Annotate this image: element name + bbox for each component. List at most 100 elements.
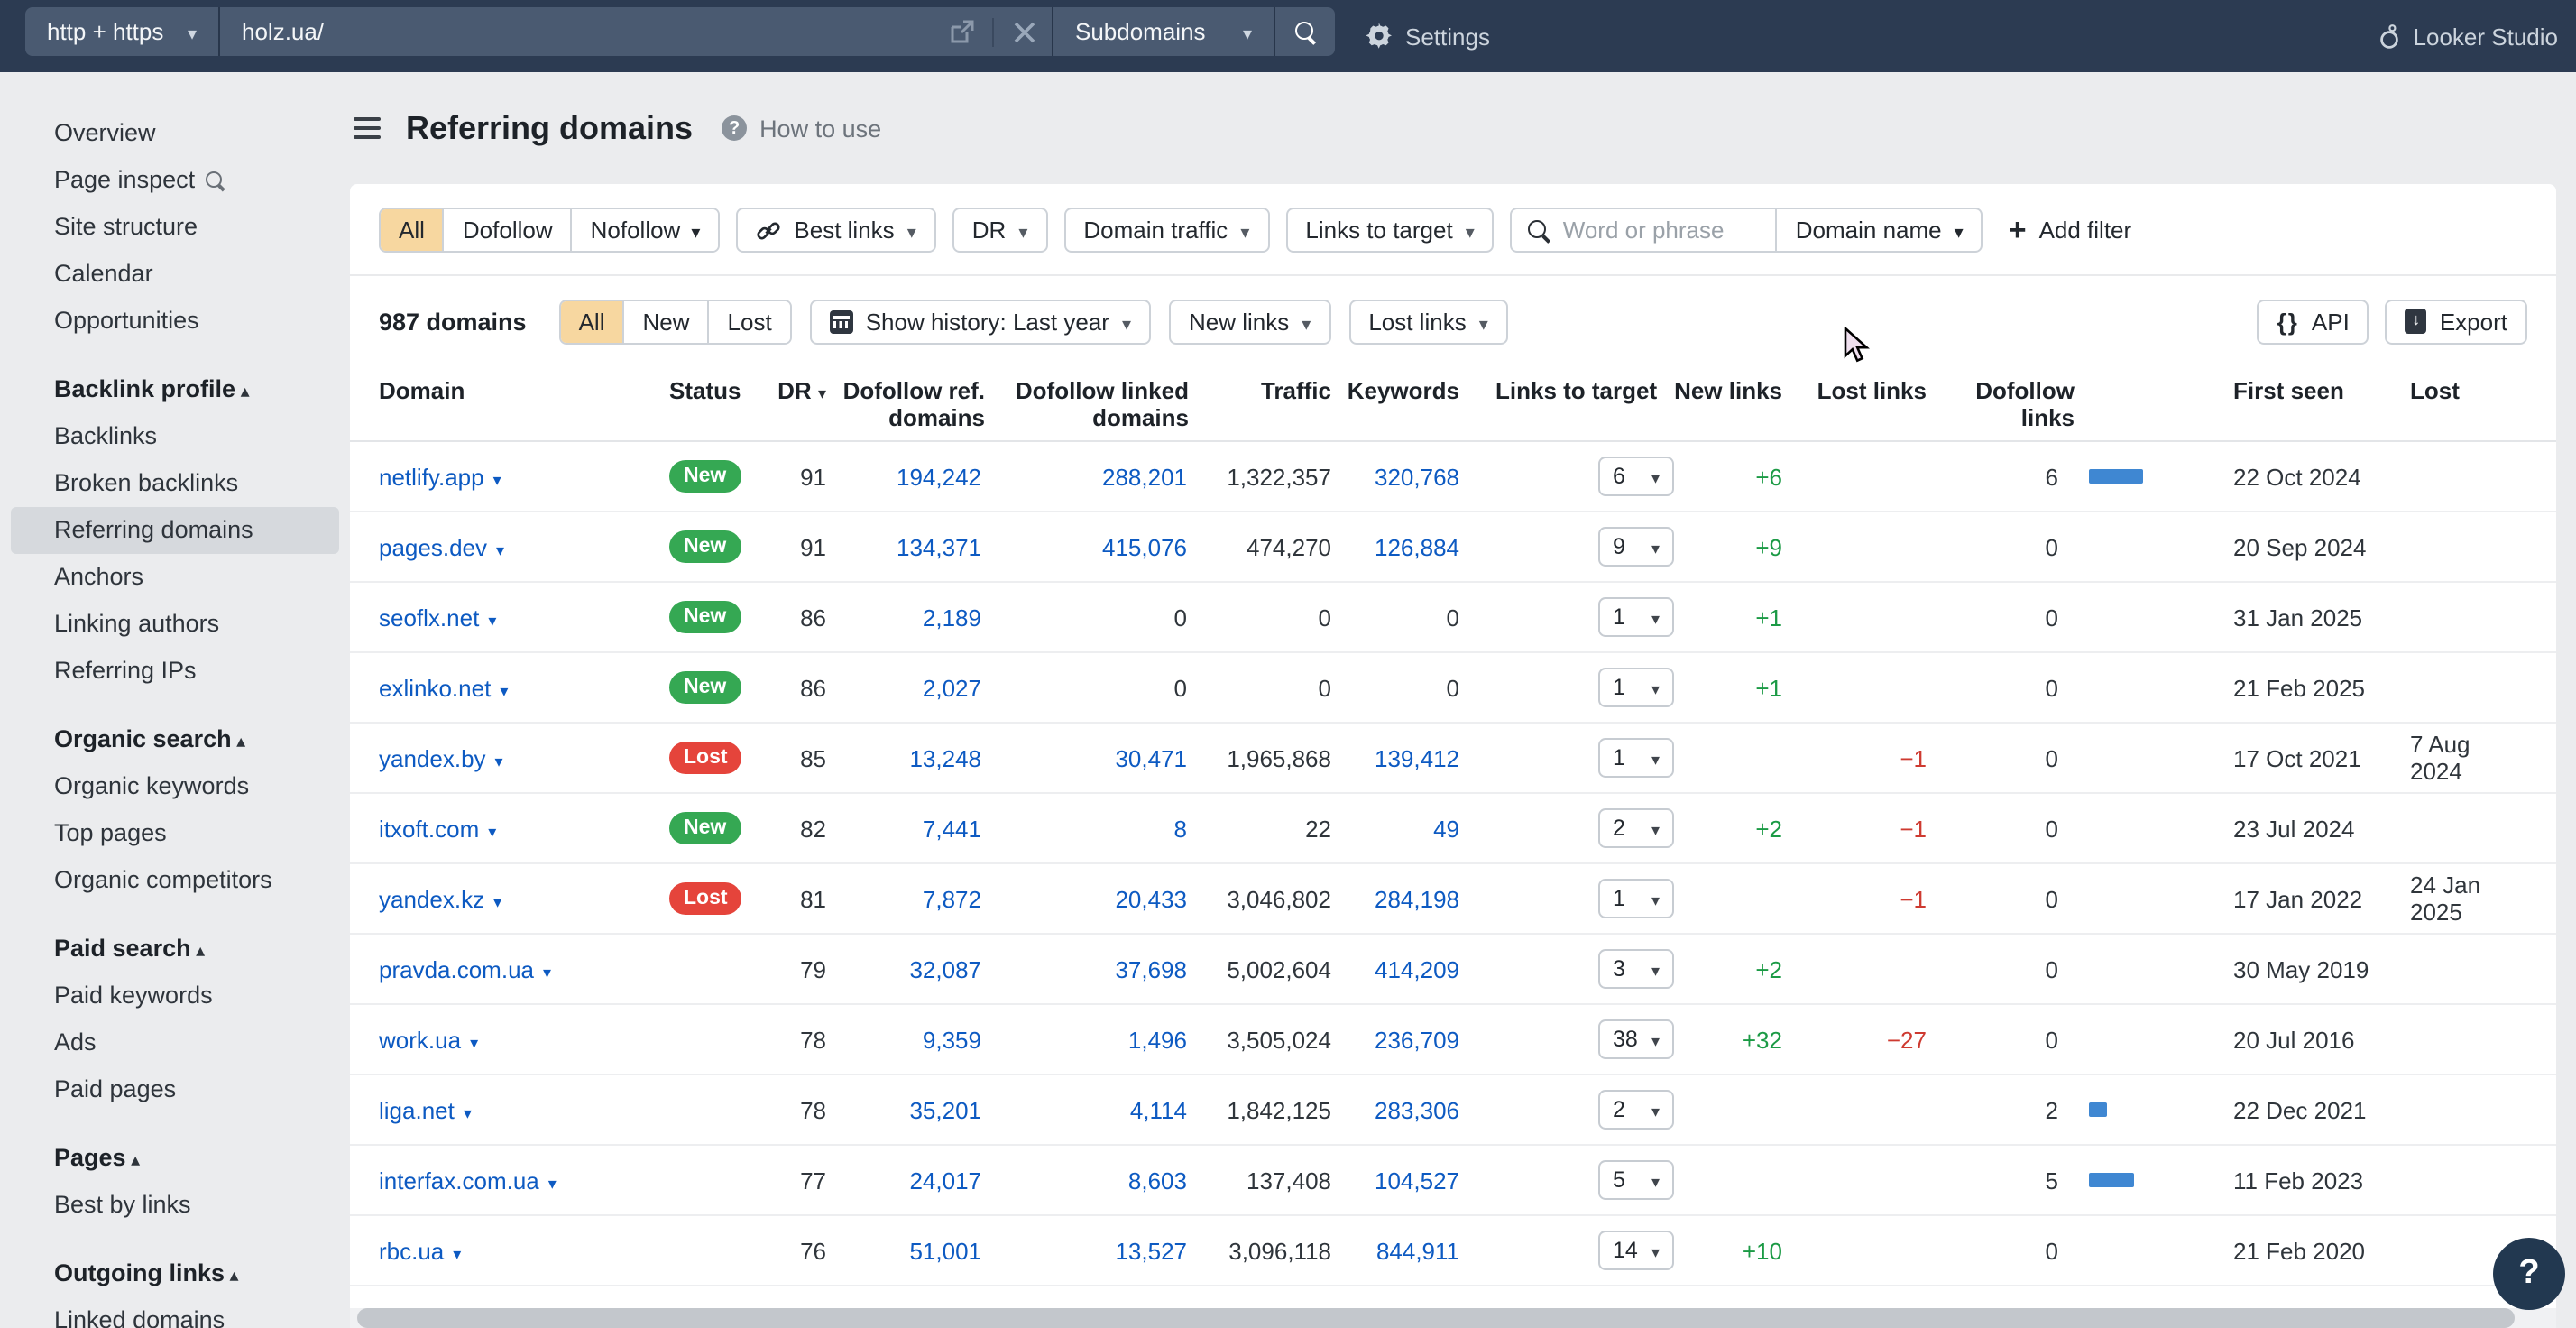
col-header-keywords[interactable]: Keywords xyxy=(1331,377,1459,404)
domain-link[interactable]: yandex.kz xyxy=(379,885,501,912)
dofollow-ref-domains-link[interactable]: 2,189 xyxy=(923,604,981,631)
hamburger-menu-icon[interactable] xyxy=(354,117,381,139)
lost-links-dropdown[interactable]: Lost links xyxy=(1348,299,1507,344)
links-to-target-select[interactable]: 1 xyxy=(1598,668,1674,707)
help-floating-button[interactable] xyxy=(2493,1238,2565,1310)
domain-traffic-filter[interactable]: Domain traffic xyxy=(1063,208,1269,253)
sidebar-item-page-inspect[interactable]: Page inspect xyxy=(11,157,339,204)
dofollow-ref-domains-link[interactable]: 134,371 xyxy=(897,533,981,560)
col-header-dofollow-ref[interactable]: Dofollow ref. domains xyxy=(833,377,985,431)
protocol-dropdown[interactable]: http + https xyxy=(25,7,220,56)
sidebar-item-paid-pages[interactable]: Paid pages xyxy=(11,1066,339,1113)
links-to-target-select[interactable]: 1 xyxy=(1598,738,1674,778)
keywords-link[interactable]: 236,709 xyxy=(1375,1026,1459,1053)
dofollow-ref-domains-link[interactable]: 35,201 xyxy=(909,1096,981,1123)
keywords-link[interactable]: 104,527 xyxy=(1375,1167,1459,1194)
best-links-filter[interactable]: Best links xyxy=(736,208,935,253)
sidebar-item-linked-domains[interactable]: Linked domains xyxy=(11,1297,339,1328)
keywords-link[interactable]: 414,209 xyxy=(1375,955,1459,982)
sidebar-section-outgoing-links[interactable]: Outgoing links xyxy=(11,1250,339,1297)
dofollow-ref-domains-link[interactable]: 7,441 xyxy=(923,815,981,842)
scope-dropdown[interactable]: Subdomains xyxy=(1052,7,1275,56)
dofollow-linked-domains-link[interactable]: 1,496 xyxy=(1128,1026,1187,1053)
search-button[interactable] xyxy=(1275,7,1335,56)
export-button[interactable]: Export xyxy=(2386,299,2527,344)
tab-new[interactable]: New xyxy=(625,300,710,342)
sidebar-item-anchors[interactable]: Anchors xyxy=(11,554,339,601)
sidebar-item-paid-keywords[interactable]: Paid keywords xyxy=(11,973,339,1019)
horizontal-scrollbar-thumb[interactable] xyxy=(357,1308,2515,1328)
links-to-target-select[interactable]: 3 xyxy=(1598,949,1674,989)
col-header-dofollow-linked[interactable]: Dofollow linked domains xyxy=(985,377,1189,431)
sidebar-section-paid-search[interactable]: Paid search xyxy=(11,926,339,973)
sidebar-item-organic-competitors[interactable]: Organic competitors xyxy=(11,857,339,904)
domain-link[interactable]: yandex.by xyxy=(379,744,503,771)
sidebar-item-organic-keywords[interactable]: Organic keywords xyxy=(11,763,339,810)
keywords-link[interactable]: 283,306 xyxy=(1375,1096,1459,1123)
links-to-target-select[interactable]: 5 xyxy=(1598,1160,1674,1200)
target-url-input[interactable]: holz.ua/ xyxy=(220,7,1052,56)
dofollow-linked-domains-link[interactable]: 37,698 xyxy=(1115,955,1187,982)
dofollow-linked-domains-link[interactable]: 13,527 xyxy=(1115,1237,1187,1264)
settings-button[interactable]: Settings xyxy=(1366,0,1490,72)
col-header-lost[interactable]: Lost xyxy=(2410,377,2527,404)
sidebar-item-linking-authors[interactable]: Linking authors xyxy=(11,601,339,648)
links-to-target-select[interactable]: 9 xyxy=(1598,527,1674,567)
sidebar-item-backlinks[interactable]: Backlinks xyxy=(11,413,339,460)
dofollow-ref-domains-link[interactable]: 32,087 xyxy=(909,955,981,982)
new-links-dropdown[interactable]: New links xyxy=(1169,299,1330,344)
how-to-use-link[interactable]: How to use xyxy=(722,115,881,142)
dofollow-linked-domains-link[interactable]: 8,603 xyxy=(1128,1167,1187,1194)
tab-lost[interactable]: Lost xyxy=(710,300,790,342)
dofollow-linked-domains-link[interactable]: 20,433 xyxy=(1115,885,1187,912)
dofollow-linked-domains-link[interactable]: 4,114 xyxy=(1130,1096,1187,1123)
keywords-link[interactable]: 844,911 xyxy=(1376,1237,1459,1264)
dofollow-ref-domains-link[interactable]: 51,001 xyxy=(909,1237,981,1264)
col-header-dofollow-links[interactable]: Dofollow links xyxy=(1927,377,2143,431)
sidebar-item-site-structure[interactable]: Site structure xyxy=(11,204,339,251)
col-header-links-to-target[interactable]: Links to target xyxy=(1459,377,1674,404)
domain-link[interactable]: pravda.com.ua xyxy=(379,955,551,982)
filter-mode-all[interactable]: All xyxy=(381,209,445,251)
keywords-link[interactable]: 126,884 xyxy=(1375,533,1459,560)
domain-link[interactable]: exlinko.net xyxy=(379,674,508,701)
sidebar-section-organic-search[interactable]: Organic search xyxy=(11,716,339,763)
dofollow-linked-domains-link[interactable]: 415,076 xyxy=(1102,533,1187,560)
col-header-new-links[interactable]: New links xyxy=(1674,377,1782,404)
sidebar-item-opportunities[interactable]: Opportunities xyxy=(11,298,339,345)
sidebar-item-top-pages[interactable]: Top pages xyxy=(11,810,339,857)
links-to-target-select[interactable]: 2 xyxy=(1598,808,1674,848)
domain-link[interactable]: pages.dev xyxy=(379,533,504,560)
word-or-phrase-input[interactable] xyxy=(1563,217,1762,244)
col-header-lost-links[interactable]: Lost links xyxy=(1782,377,1927,404)
links-to-target-filter[interactable]: Links to target xyxy=(1285,208,1494,253)
dofollow-ref-domains-link[interactable]: 24,017 xyxy=(909,1167,981,1194)
sidebar-section-backlink-profile[interactable]: Backlink profile xyxy=(11,366,339,413)
external-link-icon[interactable] xyxy=(949,19,974,44)
col-header-dr[interactable]: DR xyxy=(767,377,833,408)
links-to-target-select[interactable]: 14 xyxy=(1598,1231,1674,1270)
dr-filter[interactable]: DR xyxy=(952,208,1048,253)
keywords-link[interactable]: 49 xyxy=(1433,815,1459,842)
dofollow-ref-domains-link[interactable]: 9,359 xyxy=(923,1026,981,1053)
sidebar-item-referring-domains[interactable]: Referring domains xyxy=(11,507,339,554)
sidebar-item-overview[interactable]: Overview xyxy=(11,110,339,157)
col-header-traffic[interactable]: Traffic xyxy=(1189,377,1331,404)
sidebar-item-calendar[interactable]: Calendar xyxy=(11,251,339,298)
search-field-dropdown[interactable]: Domain name xyxy=(1776,209,1982,251)
sidebar-section-pages[interactable]: Pages xyxy=(11,1135,339,1182)
sidebar-item-best-by-links[interactable]: Best by links xyxy=(11,1182,339,1229)
dofollow-ref-domains-link[interactable]: 194,242 xyxy=(897,463,981,490)
sidebar-item-broken-backlinks[interactable]: Broken backlinks xyxy=(11,460,339,507)
add-filter-button[interactable]: Add filter xyxy=(2009,215,2132,245)
links-to-target-select[interactable]: 38 xyxy=(1598,1019,1674,1059)
show-history-dropdown[interactable]: Show history: Last year xyxy=(810,299,1151,344)
dofollow-ref-domains-link[interactable]: 7,872 xyxy=(923,885,981,912)
col-header-domain[interactable]: Domain xyxy=(379,377,658,404)
sidebar-item-ads[interactable]: Ads xyxy=(11,1019,339,1066)
dofollow-ref-domains-link[interactable]: 13,248 xyxy=(909,744,981,771)
links-to-target-select[interactable]: 2 xyxy=(1598,1090,1674,1130)
dofollow-ref-domains-link[interactable]: 2,027 xyxy=(923,674,981,701)
filter-mode-nofollow[interactable]: Nofollow xyxy=(573,209,719,251)
dofollow-linked-domains-link[interactable]: 8 xyxy=(1174,815,1187,842)
